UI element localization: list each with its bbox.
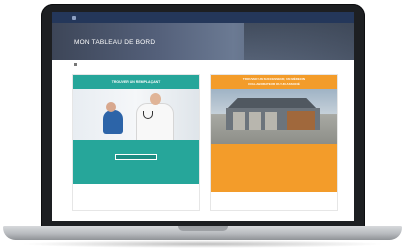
photo-doctor-figure <box>136 103 174 140</box>
laptop-shadow <box>20 240 385 248</box>
building-wood-door <box>287 111 315 130</box>
replacement-card: TROUVER UN REMPLAÇANT <box>72 74 200 211</box>
successor-card-heading: TROUVER UN SUCCESSEUR, UN MÉDECIN COLLAB… <box>211 75 337 89</box>
laptop-notch <box>178 226 228 231</box>
successor-heading-line-2: COLLABORATEUR OU UN ASSOCIÉ <box>248 81 300 86</box>
building-door <box>265 112 277 130</box>
replacement-info-panel <box>73 140 199 184</box>
dashboard-cards: TROUVER UN REMPLAÇANT TROUVER UN SUCCESS… <box>52 74 354 211</box>
replacement-action-button[interactable] <box>115 154 157 160</box>
successor-card: TROUVER UN SUCCESSEUR, UN MÉDECIN COLLAB… <box>210 74 338 211</box>
breadcrumb <box>52 60 354 68</box>
building-roof <box>227 98 317 108</box>
laptop-screen: MON TABLEAU DE BORD TROUVER UN REMPLAÇAN… <box>52 12 354 221</box>
home-icon[interactable] <box>74 62 77 66</box>
laptop-mockup: MON TABLEAU DE BORD TROUVER UN REMPLAÇAN… <box>0 0 405 252</box>
successor-card-footer <box>211 192 337 196</box>
photo-child-head <box>106 102 116 112</box>
successor-info-panel <box>211 144 337 192</box>
photo-child-figure <box>103 110 123 134</box>
nav-menu-icon[interactable] <box>72 15 76 20</box>
top-navigation <box>52 12 354 23</box>
doctor-photo <box>73 89 199 140</box>
hero-banner: MON TABLEAU DE BORD <box>52 23 354 60</box>
medical-office-photo <box>211 89 337 144</box>
photo-doctor-head <box>150 93 161 105</box>
replacement-card-heading: TROUVER UN REMPLAÇANT <box>73 75 199 89</box>
replacement-card-footer[interactable] <box>73 184 199 188</box>
building-door <box>249 112 261 130</box>
building-door <box>233 112 245 130</box>
page-title: MON TABLEAU DE BORD <box>74 39 156 46</box>
